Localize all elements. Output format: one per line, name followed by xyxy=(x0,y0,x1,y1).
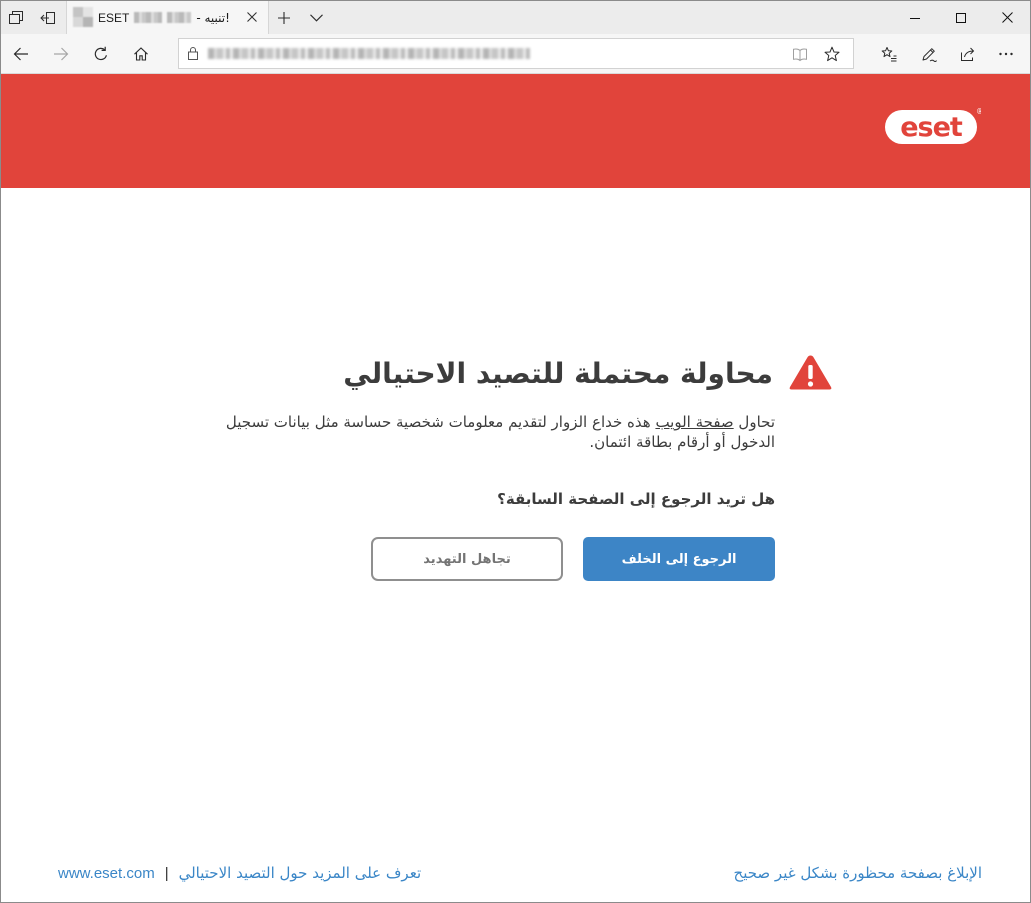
more-icon xyxy=(999,52,1013,55)
eset-logo-text: eset xyxy=(900,112,963,143)
eset-website-link[interactable]: www.eset.com xyxy=(58,865,155,882)
home-button[interactable] xyxy=(121,34,161,73)
warning-description: تحاول صفحة الويب هذه خداع الزوار لتقديم … xyxy=(205,412,775,452)
share-icon xyxy=(961,47,975,61)
browser-window: ESET - تنبيه! eset محاولة محتملة للتصيد … xyxy=(0,0,1031,903)
eset-logo: eset ® xyxy=(885,107,981,144)
refresh-button[interactable] xyxy=(81,34,121,73)
reading-view-button[interactable] xyxy=(788,41,812,66)
url-text-redacted xyxy=(208,48,530,59)
warning-triangle-icon xyxy=(789,355,832,390)
forward-arrow-icon xyxy=(54,47,69,60)
minimize-icon xyxy=(910,17,920,19)
tab-title-redacted xyxy=(134,12,163,23)
new-tab-button[interactable] xyxy=(269,1,299,34)
description-text-start: تحاول xyxy=(733,413,775,431)
go-back-question: هل تريد الرجوع إلى الصفحة السابقة؟ xyxy=(497,490,775,508)
add-favorite-button[interactable] xyxy=(820,41,844,66)
footer-separator: | xyxy=(164,864,169,882)
favorites-hub-icon xyxy=(881,46,897,61)
favorites-hub-button[interactable] xyxy=(869,34,909,73)
minimize-button[interactable] xyxy=(892,1,938,34)
forward-button[interactable] xyxy=(41,34,81,73)
report-incorrect-block-link[interactable]: الإبلاغ بصفحة محظورة بشكل غير صحيح xyxy=(734,862,982,884)
maximize-icon xyxy=(956,12,966,23)
learn-more-phishing-link[interactable]: تعرف على المزيد حول التصيد الاحتيالي xyxy=(179,864,422,882)
tab-title-suffix: - تنبيه! xyxy=(196,10,230,25)
page-title: محاولة محتملة للتصيد الاحتيالي xyxy=(343,357,773,390)
back-button[interactable] xyxy=(1,34,41,73)
go-back-button[interactable]: الرجوع إلى الخلف xyxy=(583,537,775,581)
set-aside-tabs-button[interactable] xyxy=(33,1,63,34)
tab-list-icon xyxy=(9,10,23,24)
address-bar[interactable] xyxy=(178,38,854,69)
tab-close-button[interactable] xyxy=(242,7,262,27)
reading-view-icon xyxy=(793,48,807,61)
lock-icon xyxy=(188,47,198,60)
warning-header-banner: eset ® xyxy=(1,74,1030,188)
set-aside-tabs-icon xyxy=(40,11,55,24)
plus-icon xyxy=(278,11,290,24)
more-button[interactable] xyxy=(986,34,1026,73)
tab-title-brand: ESET xyxy=(98,10,130,25)
tab-favicon xyxy=(73,7,93,27)
share-button[interactable] xyxy=(948,34,988,73)
tab-list-button[interactable] xyxy=(1,1,31,34)
active-tab[interactable]: ESET - تنبيه! xyxy=(66,1,269,34)
ignore-threat-button[interactable]: تجاهل التهديد xyxy=(371,537,563,581)
web-note-button[interactable] xyxy=(909,34,949,73)
footer-links-left: www.eset.com | تعرف على المزيد حول التصي… xyxy=(58,862,421,884)
chevron-down-icon xyxy=(309,13,323,22)
refresh-icon xyxy=(94,46,107,60)
back-arrow-icon xyxy=(13,47,28,60)
navigation-toolbar xyxy=(1,34,1030,74)
tab-title: ESET - تنبيه! xyxy=(98,1,230,34)
trademark-symbol: ® xyxy=(976,107,981,116)
maximize-button[interactable] xyxy=(938,1,984,34)
close-icon xyxy=(247,12,257,22)
tab-menu-button[interactable] xyxy=(301,1,331,34)
close-icon xyxy=(1001,12,1013,23)
favorite-star-icon xyxy=(824,46,840,61)
tab-strip: ESET - تنبيه! xyxy=(1,1,1030,34)
webpage-link[interactable]: صفحة الويب xyxy=(655,413,733,431)
web-note-pen-icon xyxy=(922,47,937,62)
close-window-button[interactable] xyxy=(984,1,1030,34)
home-icon xyxy=(134,46,148,61)
tab-title-redacted xyxy=(167,12,192,23)
